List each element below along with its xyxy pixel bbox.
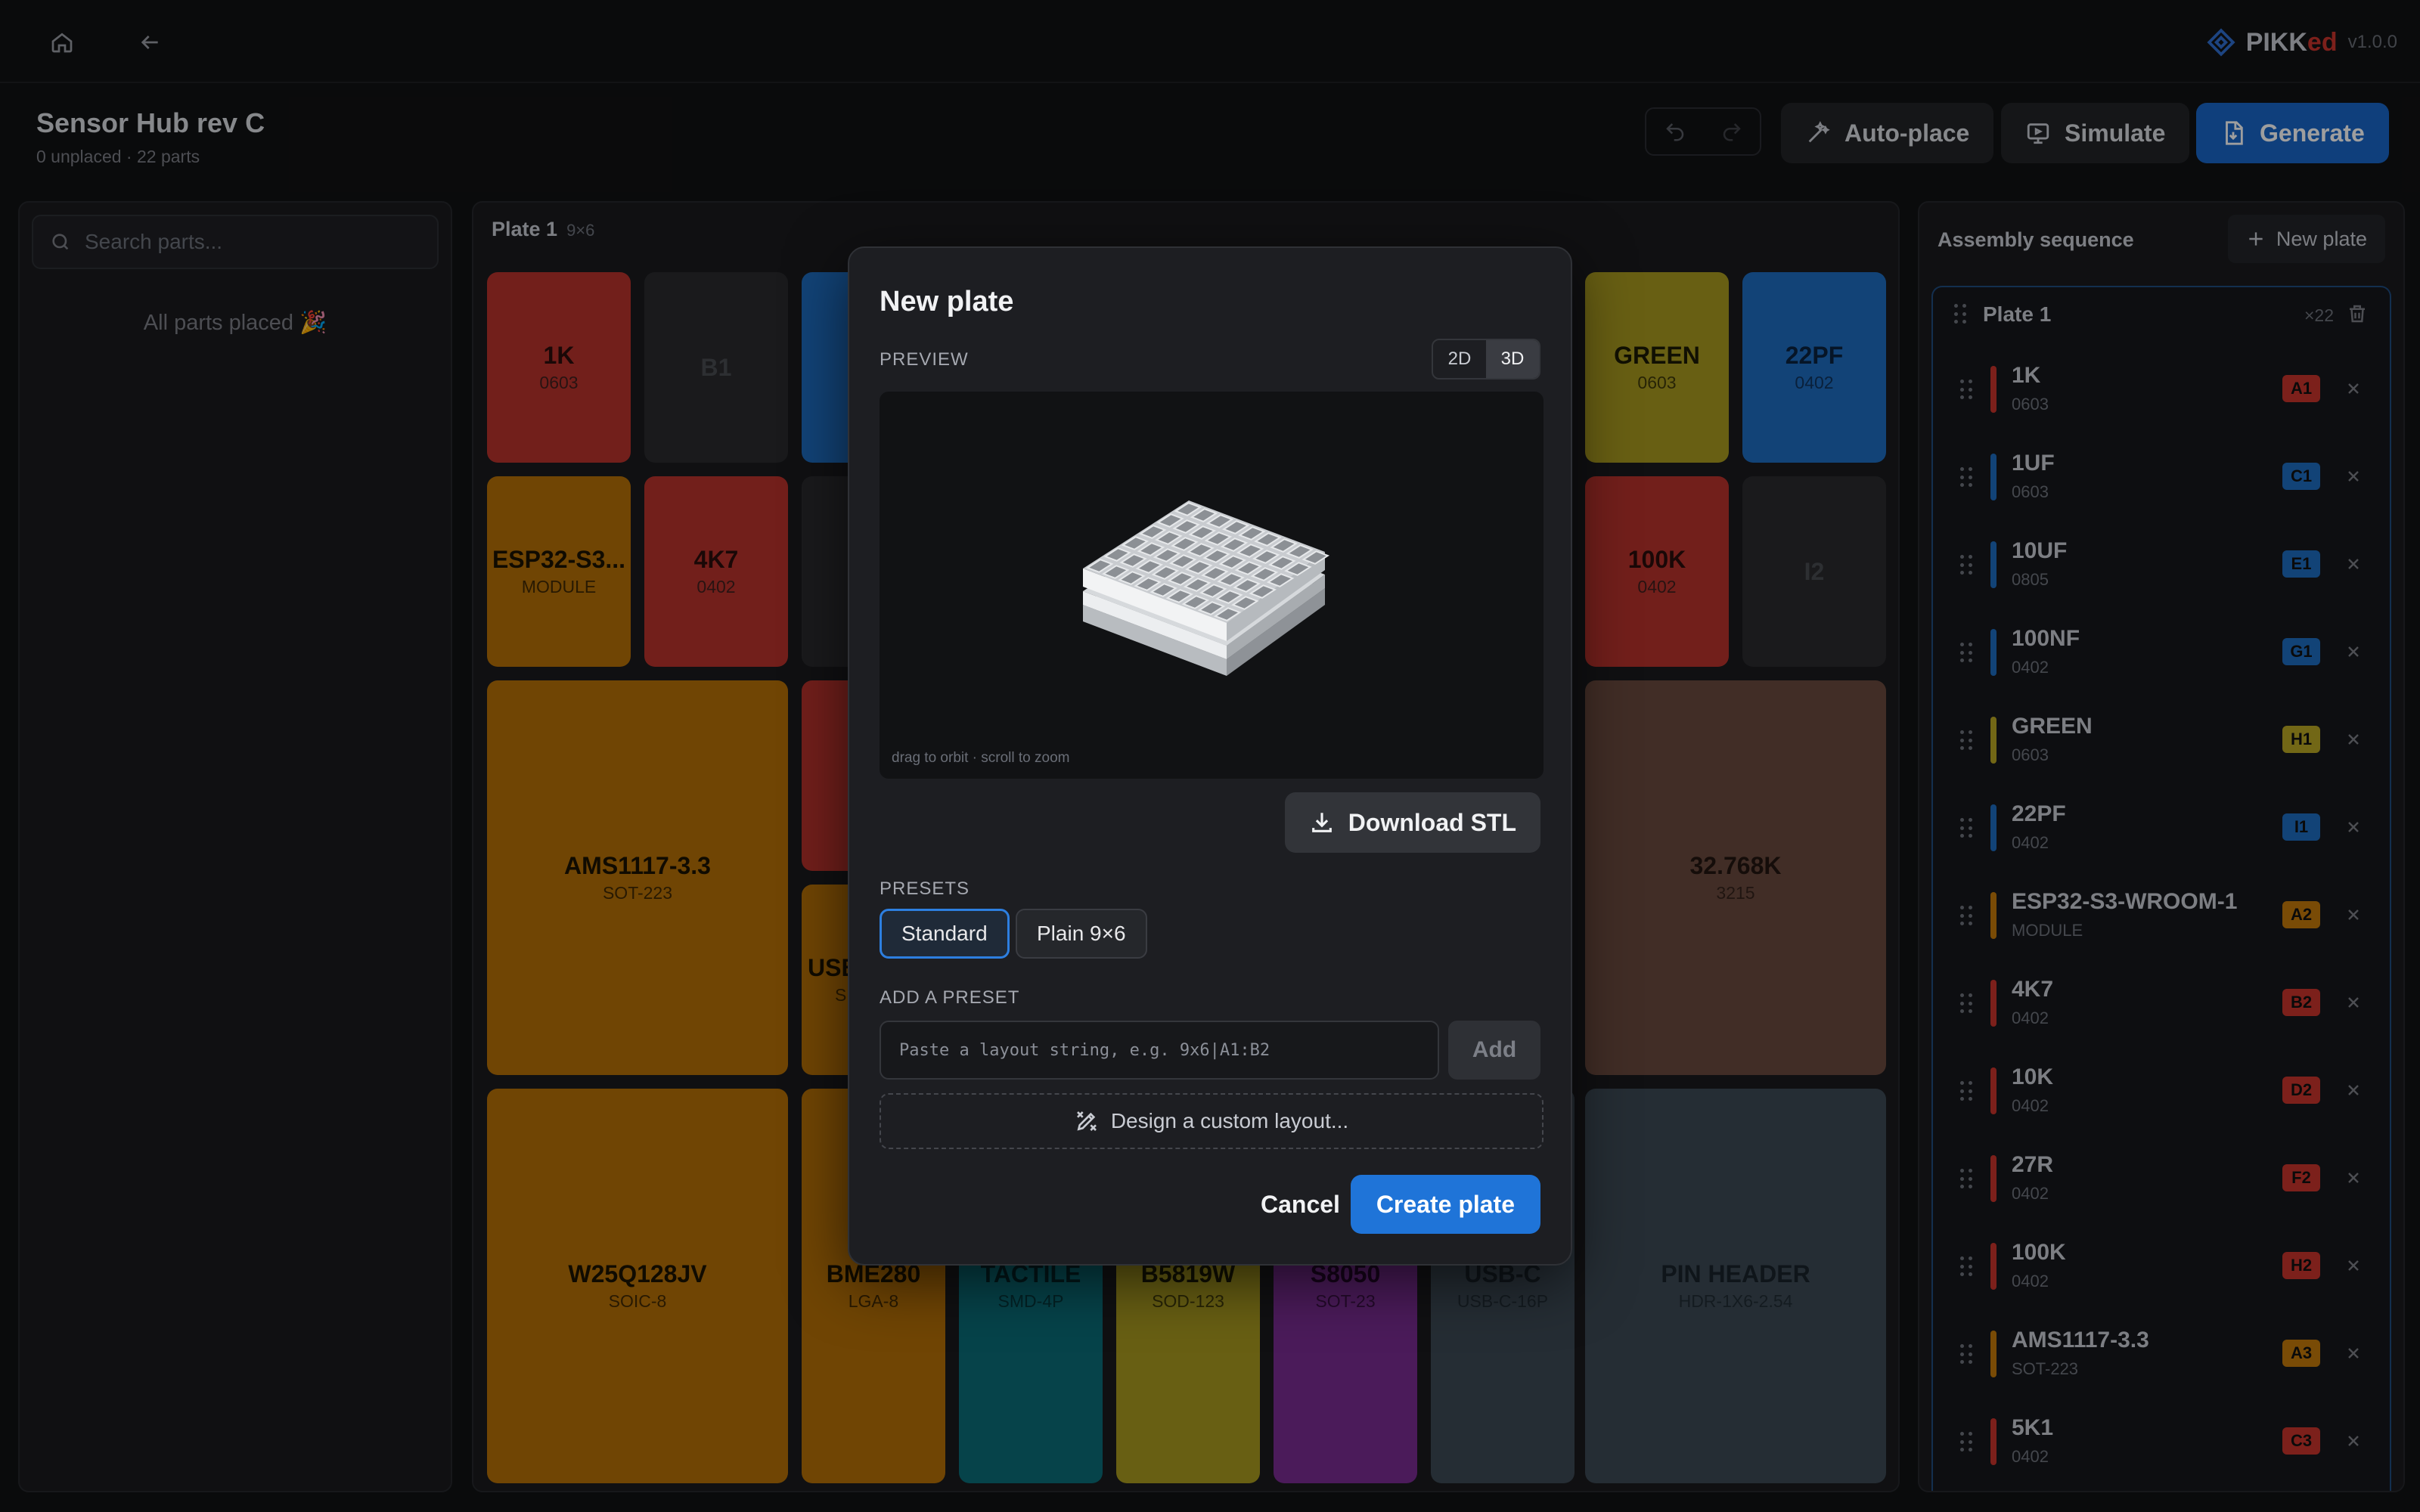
add-preset-button[interactable]: Add <box>1448 1021 1540 1080</box>
layout-string-input[interactable]: Paste a layout string, e.g. 9x6|A1:B2 <box>880 1021 1439 1080</box>
preview-label: PREVIEW <box>880 349 969 370</box>
preset-plain-9x6[interactable]: Plain 9×6 <box>1016 909 1147 959</box>
preview-hint: drag to orbit · scroll to zoom <box>892 750 1070 766</box>
plate-3d-model <box>1083 500 1329 676</box>
create-plate-button[interactable]: Create plate <box>1350 1175 1540 1234</box>
design-custom-layout-button[interactable]: Design a custom layout... <box>880 1093 1544 1149</box>
cancel-button[interactable]: Cancel <box>1243 1175 1358 1234</box>
download-icon <box>1311 813 1332 832</box>
view-toggle: 2D 3D <box>1432 339 1540 380</box>
preset-standard[interactable]: Standard <box>880 909 1010 959</box>
view-2d-button[interactable]: 2D <box>1433 340 1486 378</box>
add-preset-label: ADD A PRESET <box>880 987 1020 1008</box>
plate-3d-preview[interactable]: drag to orbit · scroll to zoom <box>880 392 1544 779</box>
dialog-title: New plate <box>880 286 1014 318</box>
presets-label: PRESETS <box>880 878 970 899</box>
view-3d-button[interactable]: 3D <box>1486 340 1539 378</box>
download-stl-button[interactable]: Download STL <box>1284 792 1540 853</box>
design-icon <box>1076 1111 1097 1131</box>
new-plate-dialog: New plate PREVIEW 2D 3D drag to orbit · … <box>848 246 1572 1266</box>
